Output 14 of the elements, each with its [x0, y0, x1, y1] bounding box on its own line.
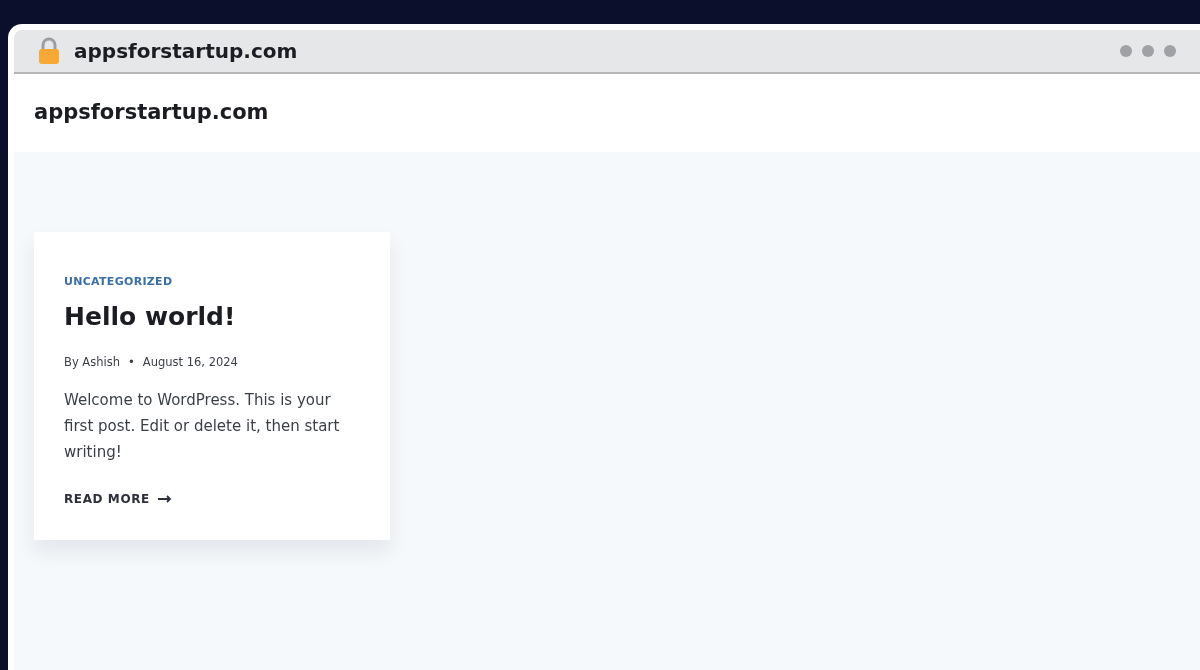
meta-separator: •	[128, 353, 135, 371]
address-text[interactable]: appsforstartup.com	[74, 36, 298, 66]
window-dot-icon[interactable]	[1142, 45, 1154, 57]
site-title[interactable]: appsforstartup.com	[34, 97, 269, 129]
post-author[interactable]: By Ashish	[64, 353, 120, 371]
arrow-right-icon	[157, 494, 172, 503]
post-date: August 16, 2024	[142, 353, 238, 371]
post-excerpt: Welcome to WordPress. This is your first post. Edit or delete it, then start writing!	[64, 389, 341, 464]
window-dot-icon[interactable]	[1164, 45, 1176, 57]
window-dot-icon[interactable]	[1120, 45, 1132, 57]
lock-icon	[38, 37, 60, 65]
category-link[interactable]: UNCATEGORIZED	[64, 274, 173, 291]
post-title[interactable]: Hello world!	[64, 298, 360, 336]
read-more-link[interactable]: READ MORE	[64, 489, 172, 508]
